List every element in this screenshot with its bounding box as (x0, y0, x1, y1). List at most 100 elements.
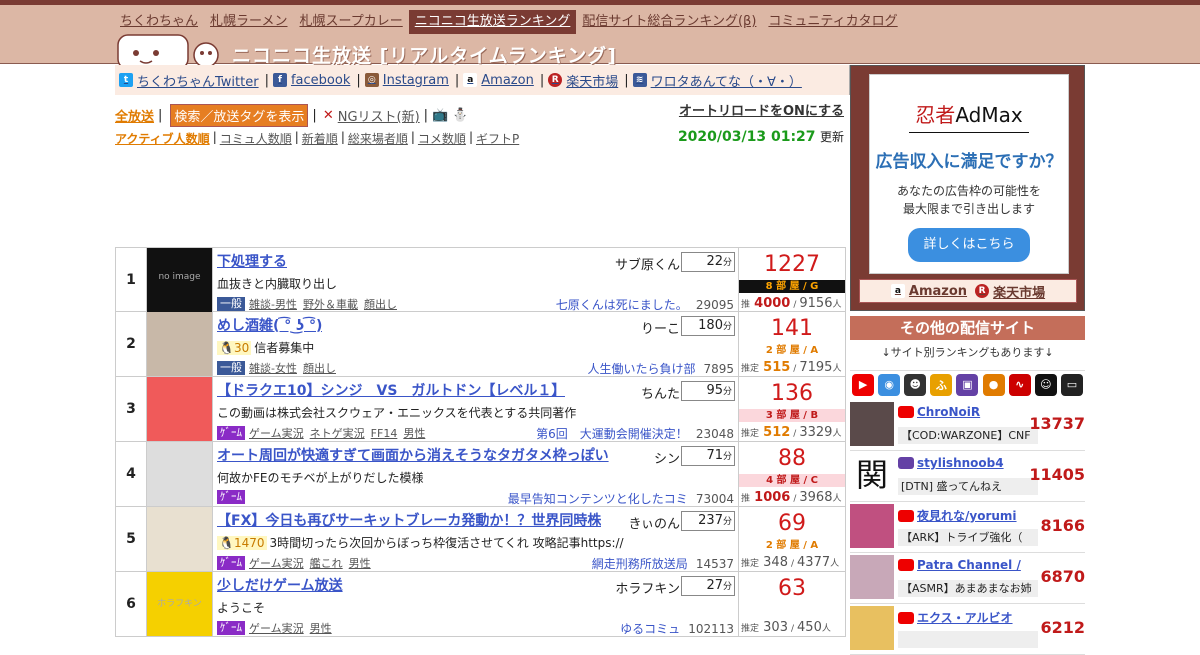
sort-option-1[interactable]: コミュ人数順 (220, 130, 292, 147)
active-viewers: 1227 (764, 252, 820, 277)
tag-link[interactable]: 野外＆車載 (303, 296, 358, 312)
sort-option-2[interactable]: 新着順 (302, 130, 338, 147)
broadcast-thumbnail[interactable] (147, 442, 213, 506)
rakuten-link[interactable]: R 楽天市場 (548, 71, 618, 90)
chikuwa-logo[interactable] (116, 31, 226, 69)
ranking-row: 2 めし酒雑( ͡° ͜ʖ ͡°) りーこ 180分 🐧 30 信者募集中 一般 雑談-女性 顔出… (115, 312, 846, 377)
streamer-name[interactable]: エクス・アルビオ (898, 609, 1013, 626)
sort-option-0[interactable]: アクティブ人数順 (115, 130, 210, 147)
amazon-label: Amazon (481, 72, 534, 88)
all-broadcasts-link[interactable]: 全放送 (115, 106, 154, 125)
duration-box: 22分 (681, 252, 735, 272)
tag-link[interactable]: ゲーム実況 (249, 425, 304, 441)
rank-number: 4 (116, 442, 147, 506)
sort-option-4[interactable]: コメ数順 (418, 130, 466, 147)
tag-link[interactable]: 雑談-女性 (249, 360, 297, 376)
tag-link[interactable]: 顔出し (303, 360, 336, 376)
streamer-name[interactable]: 夜見れな/yorumi (898, 507, 1017, 524)
category-badge[interactable]: ｹﾞｰﾑ (217, 490, 245, 504)
niconico-icon[interactable]: ☻ (904, 373, 927, 396)
fuwa-icon[interactable]: ふ (930, 373, 953, 396)
community-link[interactable]: 七原くんは死にました。 (556, 298, 688, 312)
streamer-name[interactable]: Patra Channel / (898, 558, 1021, 572)
category-badge[interactable]: ｹﾞｰﾑ (217, 426, 245, 440)
ad-details-button[interactable]: 詳しくはこちら (908, 228, 1030, 262)
duration-box: 27分 (681, 576, 735, 596)
broadcast-title[interactable]: 【FX】今日も再びサーキットブレーカ発動か！？世界同時株 (217, 510, 601, 530)
tag-link[interactable]: FF14 (371, 427, 398, 440)
tag-link[interactable]: ネトゲ実況 (310, 425, 365, 441)
broadcast-title[interactable]: 下処理する (217, 251, 287, 271)
community-link[interactable]: 最早告知コンテンツと化したコミ (508, 492, 688, 506)
rakuten-shop-link[interactable]: R 楽天市場 (975, 282, 1045, 301)
broadcast-title[interactable]: オート周回が快適すぎて画面から消えそうなタガタメ枠っぽい (217, 445, 609, 465)
openrec-icon[interactable]: ◉ (878, 373, 901, 396)
broadcast-title[interactable]: 少しだけゲーム放送 (217, 575, 343, 595)
tag-link[interactable]: 男性 (349, 555, 371, 571)
tag-link[interactable]: 雑談-男性 (249, 296, 297, 312)
stream-title: 【ARK】トライブ強化（ (898, 529, 1038, 546)
showroom-icon[interactable]: ● (982, 373, 1005, 396)
tag-link[interactable]: ゲーム実況 (249, 620, 304, 636)
community-link[interactable]: 第6回 大運動会開催決定！ (536, 427, 688, 441)
person-small-icon[interactable]: ⛄ (452, 108, 468, 123)
twitch-icon[interactable]: ▣ (956, 373, 979, 396)
community-link[interactable]: 網走刑務所放送局 (592, 557, 688, 571)
amazon-icon: a (463, 73, 478, 87)
kakao-icon[interactable]: ☺ (1034, 373, 1057, 396)
nav-item-5[interactable]: コミュニティカタログ (762, 10, 903, 34)
tag-list: ｹﾞｰﾑ ゲーム実況 ネトゲ実況 FF14 男性 (217, 425, 431, 441)
stream-item[interactable]: ChroNoiR 【COD:WARZONE】CNF 13737 (850, 400, 1085, 451)
streamer-name[interactable]: stylishnoob4 (898, 456, 1004, 470)
streamer-avatar[interactable]: 関 (850, 453, 894, 497)
category-badge[interactable]: ｹﾞｰﾑ (217, 621, 245, 635)
tag-link[interactable]: 艦これ (310, 555, 343, 571)
tag-link[interactable]: 顔出し (364, 296, 397, 312)
facebook-link[interactable]: f facebook (272, 73, 350, 88)
streamer-name[interactable]: ChroNoiR (898, 405, 980, 419)
broadcast-thumbnail[interactable]: ホラフキン (147, 572, 213, 636)
broadcast-thumbnail[interactable] (147, 507, 213, 571)
streamer-avatar[interactable] (850, 402, 894, 446)
stream-item[interactable]: Patra Channel / 【ASMR】あまあまなお姉 6870 (850, 553, 1085, 604)
youtube-icon (898, 559, 914, 571)
show-tags-button[interactable]: 検索／放送タグを表示 (170, 104, 309, 127)
category-badge[interactable]: ｹﾞｰﾑ (217, 556, 245, 570)
admax-ad[interactable]: 忍者AdMax 広告収入に満足ですか？ あなたの広告枠の可能性を 最大限まで引き出… (869, 74, 1069, 274)
update-time: 2020/03/13 01:27 更新 (678, 128, 844, 145)
tag-link[interactable]: 男性 (310, 620, 332, 636)
streamer-avatar[interactable] (850, 606, 894, 650)
instagram-link[interactable]: ◎ Instagram (364, 73, 449, 88)
twitter-link[interactable]: t ちくわちゃんTwitter (119, 71, 259, 90)
broadcast-title[interactable]: めし酒雑( ͡° ͜ʖ ͡°) (217, 315, 322, 335)
streamer-avatar[interactable] (850, 555, 894, 599)
ng-list-link[interactable]: NGリスト(新) (338, 106, 420, 125)
community-link[interactable]: ゆるコミュ (620, 622, 680, 636)
stream-item[interactable]: 関 stylishnoob4 [DTN] 盛ってんねえ 11405 (850, 451, 1085, 502)
nav-item-4[interactable]: 配信サイト総合ランキング(β) (576, 10, 762, 34)
nav-item-3[interactable]: ニコニコ生放送ランキング (408, 10, 577, 34)
tag-link[interactable]: ゲーム実況 (249, 555, 304, 571)
amazon-link[interactable]: a Amazon (463, 73, 534, 88)
sort-option-3[interactable]: 総来場者順 (348, 130, 408, 147)
community-link[interactable]: 人生働いたら負け部 (587, 362, 695, 376)
autoreload-toggle[interactable]: オートリロードをONにする (679, 100, 844, 119)
broadcast-thumbnail[interactable]: no image (147, 248, 213, 312)
mixer-icon[interactable]: ∿ (1008, 373, 1031, 396)
nav-item-2[interactable]: 札幌スープカレー (294, 10, 409, 34)
wrotanante-link[interactable]: ≋ ワロタあんてな（・∀・） (632, 71, 802, 90)
tag-link[interactable]: 男性 (403, 425, 425, 441)
stream-item[interactable]: 夜見れな/yorumi 【ARK】トライブ強化（ 8166 (850, 502, 1085, 553)
broadcast-title[interactable]: 【ドラクエ10】シンジ VS ガルトドン【レベル１】 (217, 380, 565, 400)
broadcast-thumbnail[interactable] (147, 312, 213, 376)
category-badge[interactable]: 一般 (217, 297, 245, 311)
youtube-icon[interactable]: ▶ (852, 373, 875, 396)
streamer-avatar[interactable] (850, 504, 894, 548)
broadcast-thumbnail[interactable] (147, 377, 213, 441)
sort-option-5[interactable]: ギフトP (476, 130, 519, 147)
other-sites-note: ↓サイト別ランキングもあります↓ (881, 346, 1054, 359)
tv-small-icon[interactable]: 📺 (432, 108, 448, 123)
tv-icon[interactable]: ▭ (1060, 373, 1083, 396)
amazon-shop-link[interactable]: a Amazon (890, 284, 967, 299)
category-badge[interactable]: 一般 (217, 361, 245, 375)
